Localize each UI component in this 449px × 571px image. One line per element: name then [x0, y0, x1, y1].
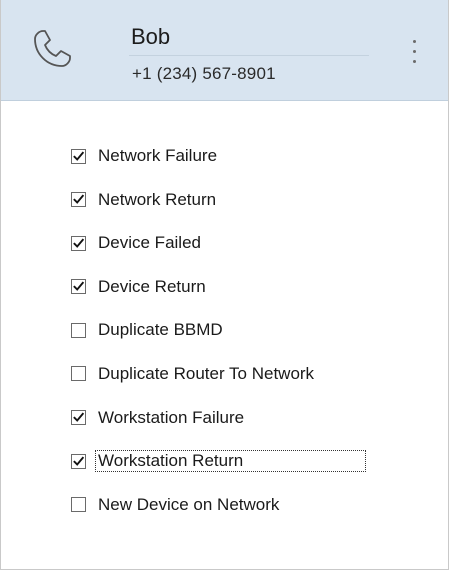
checkmark-icon [73, 281, 84, 292]
notification-option[interactable]: Device Failed [71, 233, 365, 253]
contact-panel: Bob +1 (234) 567-8901 Network Failure Net… [0, 0, 449, 570]
checkmark-icon [73, 456, 84, 466]
notification-option-label: Network Failure [98, 146, 218, 165]
notification-option-label: Workstation Return [95, 450, 366, 473]
notification-option[interactable]: Duplicate BBMD [71, 320, 365, 340]
phone-icon [34, 30, 71, 67]
notification-option-label: Device Return [98, 276, 206, 296]
checkbox[interactable] [71, 279, 86, 295]
checkmark-icon [73, 238, 84, 248]
notification-option[interactable]: Workstation Return [71, 450, 366, 473]
checkbox[interactable] [71, 235, 86, 251]
notification-option[interactable]: Network Return [71, 190, 365, 210]
notification-option-label: Workstation Failure [98, 407, 245, 427]
notification-option-label: Duplicate BBMD [98, 320, 223, 340]
notification-option-label: Network Return [98, 189, 217, 209]
checkbox[interactable] [71, 497, 86, 513]
notification-options-list: Network Failure Network Return Device Fail… [71, 146, 366, 538]
notification-option-label: Device Failed [98, 233, 201, 253]
more-vertical-icon[interactable] [409, 38, 421, 68]
contact-name: Bob [131, 24, 171, 49]
notification-option[interactable]: Duplicate Router To Network [71, 364, 365, 384]
checkbox[interactable] [71, 366, 86, 382]
checkmark-icon [73, 412, 84, 422]
contact-phone-number: +1 (234) 567-8901 [132, 64, 276, 83]
checkmark-icon [73, 150, 84, 161]
notification-option[interactable]: Workstation Failure [71, 408, 365, 428]
notification-option[interactable]: New Device on Network [71, 495, 365, 515]
checkbox[interactable] [71, 148, 86, 164]
checkmark-icon [73, 194, 84, 205]
notification-option-label: New Device on Network [98, 494, 280, 514]
notification-option[interactable]: Network Failure [71, 146, 365, 166]
checkbox[interactable] [71, 453, 86, 469]
notification-option-label: Duplicate Router To Network [98, 363, 315, 383]
contact-header: Bob +1 (234) 567-8901 [1, 0, 448, 101]
notification-option[interactable]: Device Return [71, 277, 365, 297]
header-divider [129, 55, 369, 56]
checkbox[interactable] [71, 192, 86, 208]
checkbox[interactable] [71, 322, 86, 338]
checkbox[interactable] [71, 410, 86, 426]
